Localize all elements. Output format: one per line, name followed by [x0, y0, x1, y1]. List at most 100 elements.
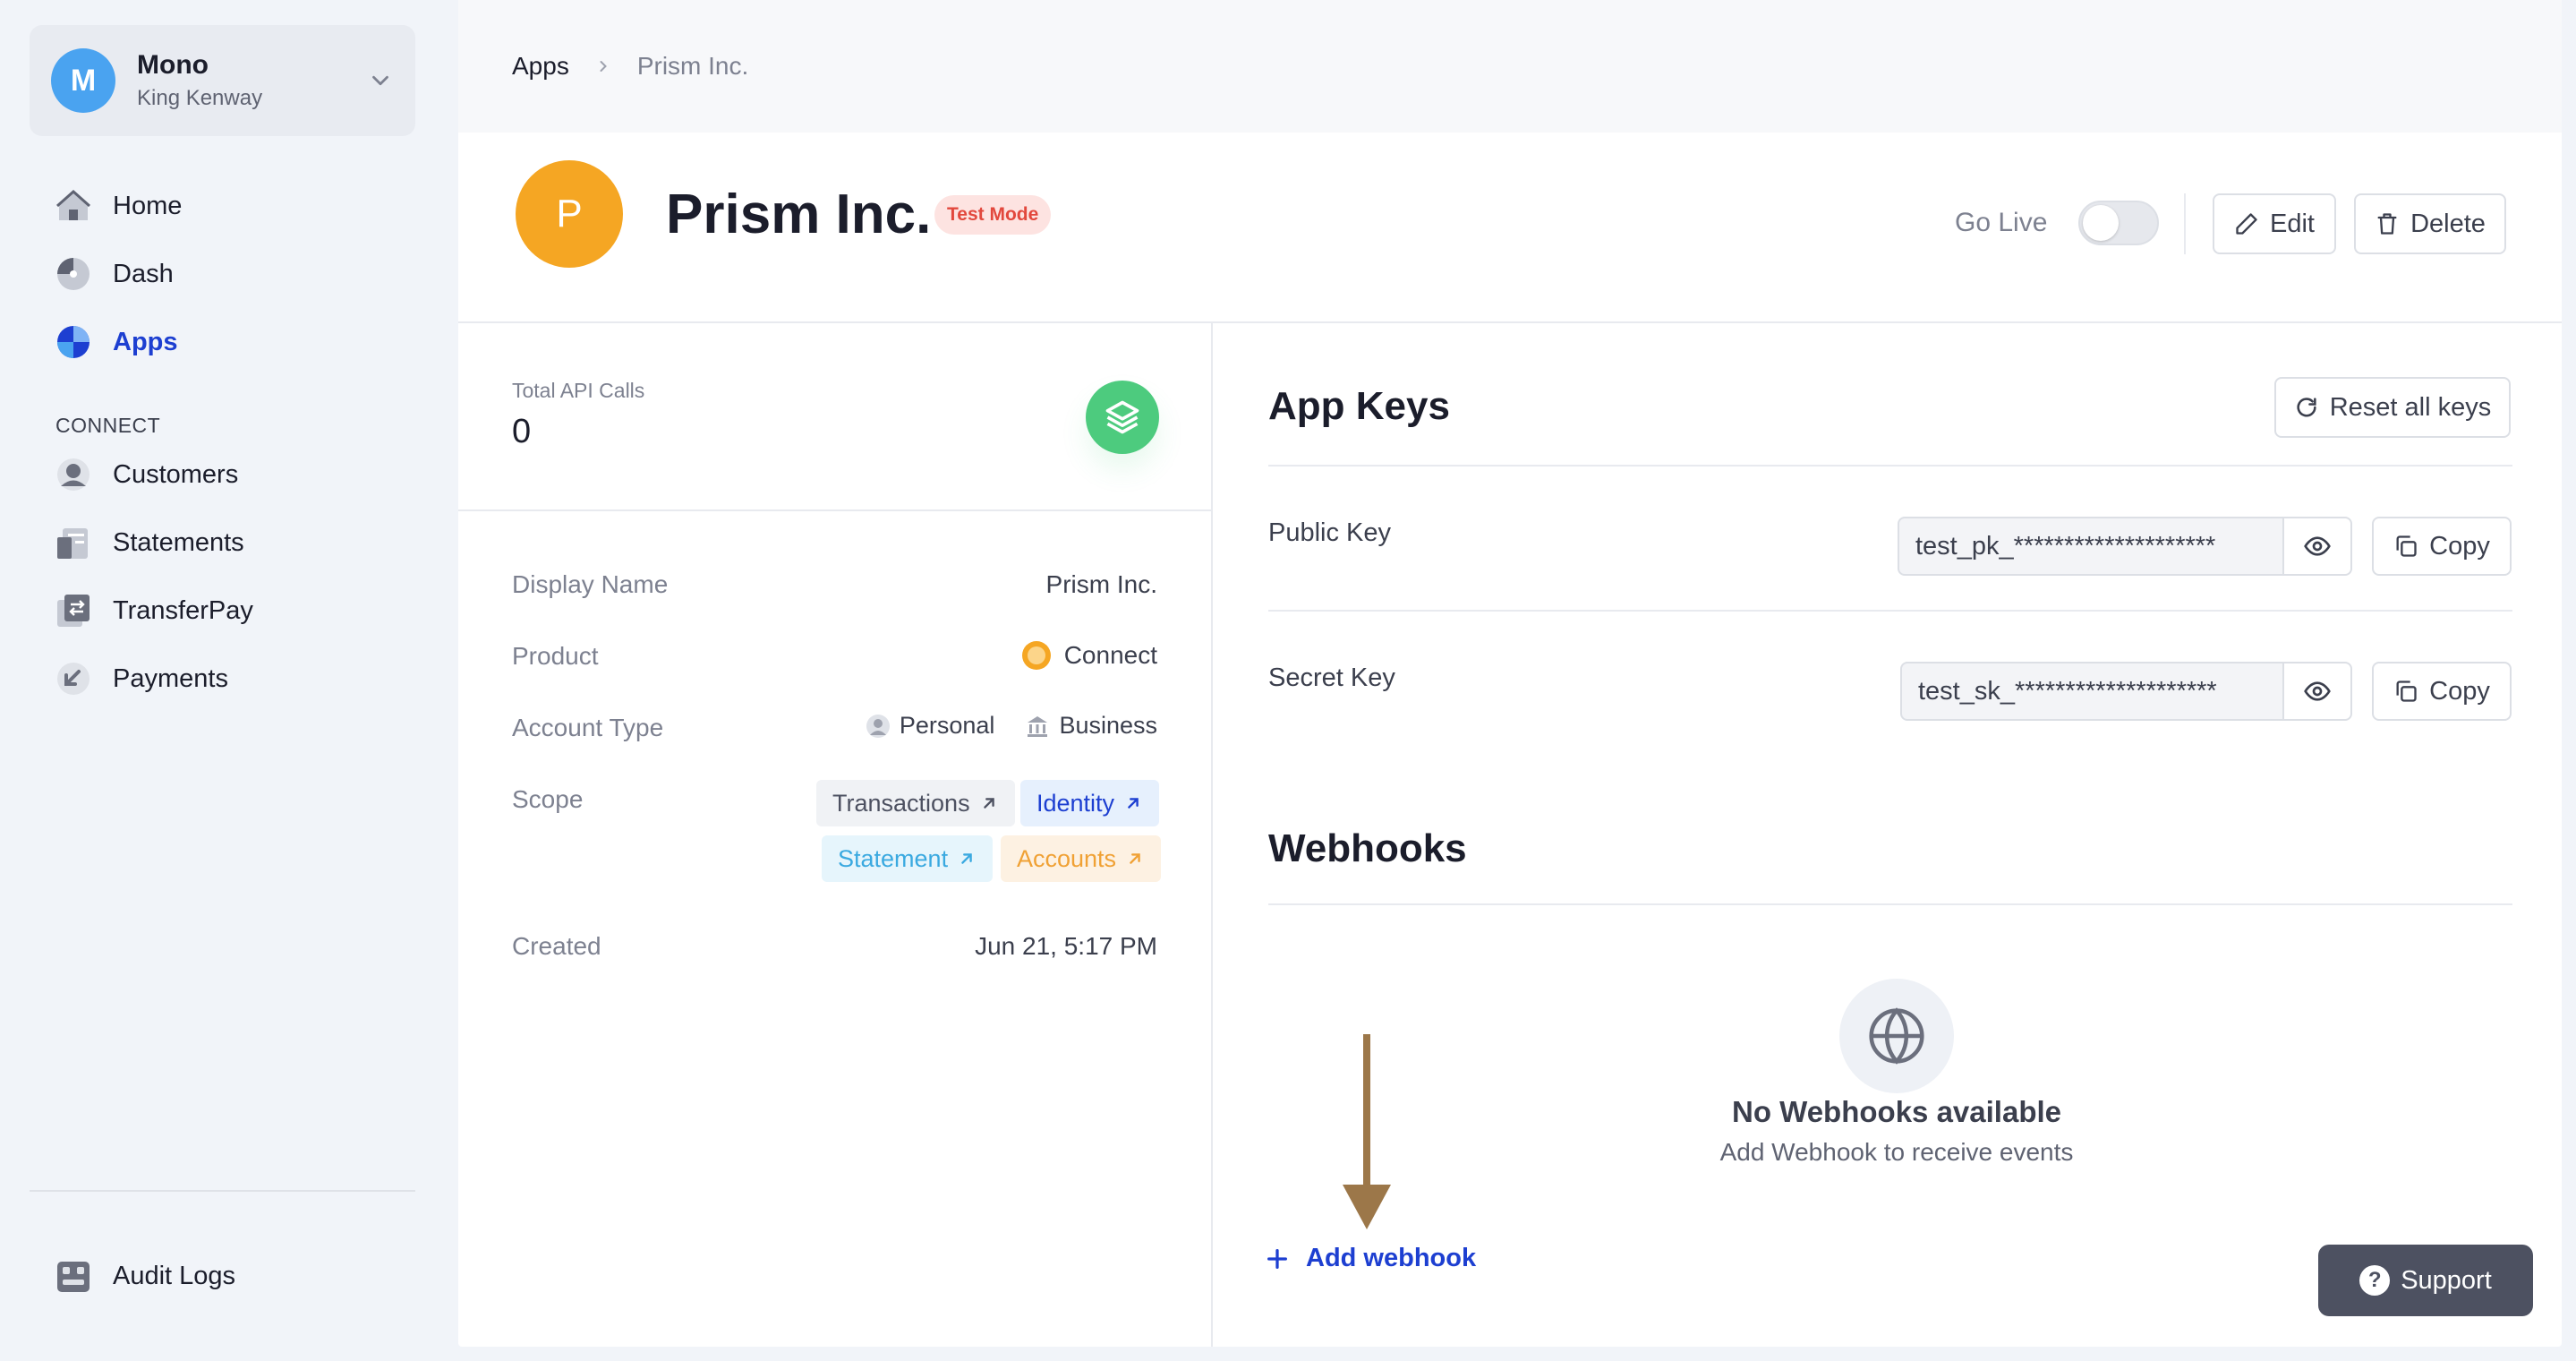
- breadcrumb-current: Prism Inc.: [636, 52, 749, 80]
- go-live-toggle[interactable]: [2078, 201, 2159, 245]
- divider: [1268, 610, 2512, 612]
- support-button[interactable]: ? Support: [2318, 1245, 2533, 1316]
- transferpay-icon: [55, 593, 91, 629]
- globe-icon: [1839, 979, 1954, 1093]
- empty-state-title: No Webhooks available: [1732, 1095, 2061, 1128]
- delete-label: Delete: [2410, 209, 2486, 238]
- delete-button[interactable]: Delete: [2354, 193, 2506, 254]
- product-name: Connect: [1063, 641, 1157, 669]
- account-type-label: Account Type: [512, 714, 664, 741]
- sidebar-item-customers[interactable]: Customers: [55, 448, 238, 501]
- plus-icon: [1267, 1248, 1287, 1269]
- divider: [1268, 465, 2512, 467]
- bank-icon: [1028, 715, 1048, 737]
- add-webhook-button[interactable]: Add webhook: [1265, 1244, 1476, 1273]
- sidebar-item-apps[interactable]: Apps: [55, 315, 178, 369]
- scope-tag-accounts[interactable]: Accounts: [1001, 835, 1162, 882]
- breadcrumb: Apps Prism Inc.: [458, 0, 2562, 133]
- toggle-knob: [2083, 205, 2119, 241]
- account-type-business: Business: [1025, 712, 1157, 740]
- public-key-label: Public Key: [1268, 518, 1392, 547]
- help-icon: ?: [2359, 1265, 2391, 1296]
- api-calls-label: Total API Calls: [512, 379, 645, 402]
- sidebar-item-label: Statements: [113, 527, 244, 557]
- sidebar-item-label: Audit Logs: [113, 1261, 236, 1290]
- arrow-up-right-icon: [961, 853, 972, 864]
- workspace-switcher[interactable]: M Mono King Kenway: [30, 25, 415, 136]
- show-public-key-button[interactable]: [2284, 517, 2352, 576]
- sidebar-item-label: Dash: [113, 259, 174, 288]
- support-label: Support: [2401, 1265, 2492, 1295]
- created-label: Created: [512, 932, 601, 960]
- sidebar-item-label: Customers: [113, 459, 239, 489]
- annotation-arrow-icon: [1343, 1034, 1391, 1229]
- account-type-value: Personal Business: [835, 712, 1157, 740]
- chevron-down-icon: [372, 75, 388, 86]
- sidebar-item-label: TransferPay: [113, 595, 253, 625]
- reset-all-keys-button[interactable]: Reset all keys: [2274, 377, 2511, 438]
- app-header: P Prism Inc. Test Mode Go Live Edit Dele…: [458, 133, 2562, 323]
- connect-product-icon: [1021, 641, 1051, 670]
- scope-tag-transactions[interactable]: Transactions: [816, 780, 1015, 826]
- payments-icon: [55, 661, 91, 697]
- secret-key-label: Secret Key: [1268, 663, 1395, 692]
- public-key-field[interactable]: test_pk_********************: [1898, 517, 2284, 576]
- chevron-right-icon: [600, 61, 607, 72]
- person-icon: [866, 714, 890, 738]
- sidebar-item-label: Payments: [113, 663, 228, 693]
- connect-section-label: CONNECT: [55, 414, 161, 437]
- workspace-name: Mono: [137, 50, 209, 80]
- product-label: Product: [512, 642, 599, 670]
- display-name-value: Prism Inc.: [1045, 570, 1157, 598]
- sidebar-item-statements[interactable]: Statements: [55, 516, 244, 569]
- sidebar: M Mono King Kenway Home Dash Apps CONNEC…: [0, 0, 448, 1361]
- eye-icon: [2304, 536, 2331, 556]
- api-calls-value: 0: [512, 413, 532, 450]
- sidebar-item-home[interactable]: Home: [55, 179, 182, 233]
- scope-label: Scope: [512, 785, 584, 813]
- sidebar-item-dash[interactable]: Dash: [55, 247, 174, 301]
- edit-button[interactable]: Edit: [2213, 193, 2336, 254]
- app-keys-title: App Keys: [1268, 384, 1450, 428]
- copy-secret-key-button[interactable]: Copy: [2372, 662, 2512, 721]
- test-mode-badge: Test Mode: [934, 195, 1052, 235]
- main-content: Apps Prism Inc. P Prism Inc. Test Mode G…: [458, 0, 2562, 1347]
- header-divider: [2184, 193, 2186, 254]
- empty-state-subtitle: Add Webhook to receive events: [1719, 1138, 2074, 1166]
- go-live-label: Go Live: [1955, 208, 2048, 237]
- copy-public-key-button[interactable]: Copy: [2372, 517, 2512, 576]
- account-type-personal: Personal: [866, 712, 994, 740]
- scope-tag-statement[interactable]: Statement: [822, 835, 994, 882]
- app-avatar: P: [516, 160, 623, 268]
- page-title: Prism Inc.: [666, 184, 932, 245]
- sidebar-item-payments[interactable]: Payments: [55, 652, 228, 706]
- arrow-up-right-icon: [1128, 798, 1139, 809]
- statements-icon: [55, 525, 91, 561]
- dash-icon: [55, 256, 91, 292]
- reset-label: Reset all keys: [2329, 392, 2492, 422]
- api-calls-card: Total API Calls 0: [458, 323, 1211, 511]
- copy-icon: [2396, 680, 2417, 702]
- show-secret-key-button[interactable]: [2284, 662, 2352, 721]
- arrow-up-right-icon: [1130, 853, 1140, 864]
- created-value: Jun 21, 5:17 PM: [975, 932, 1157, 960]
- display-name-label: Display Name: [512, 570, 669, 598]
- apps-icon: [55, 324, 91, 360]
- sidebar-item-label: Apps: [113, 327, 178, 356]
- scope-tag-identity[interactable]: Identity: [1020, 780, 1160, 826]
- refresh-icon: [2297, 398, 2316, 417]
- divider: [1268, 903, 2512, 905]
- arrow-up-right-icon: [983, 798, 994, 809]
- layers-icon: [1086, 381, 1159, 454]
- secret-key-field[interactable]: test_sk_********************: [1900, 662, 2284, 721]
- trash-icon: [2377, 213, 2397, 235]
- sidebar-item-transferpay[interactable]: TransferPay: [55, 584, 253, 638]
- product-value: Connect: [1021, 640, 1157, 671]
- sidebar-item-audit-logs[interactable]: Audit Logs: [55, 1249, 235, 1303]
- app-keys-panel: App Keys Reset all keys Public Key test_…: [1213, 323, 2562, 1347]
- add-webhook-label: Add webhook: [1306, 1244, 1477, 1272]
- audit-logs-icon: [55, 1258, 91, 1294]
- workspace-user: King Kenway: [137, 86, 263, 110]
- breadcrumb-apps-link[interactable]: Apps: [512, 52, 569, 81]
- app-details-panel: Total API Calls 0 Display Name Prism Inc…: [458, 323, 1213, 1347]
